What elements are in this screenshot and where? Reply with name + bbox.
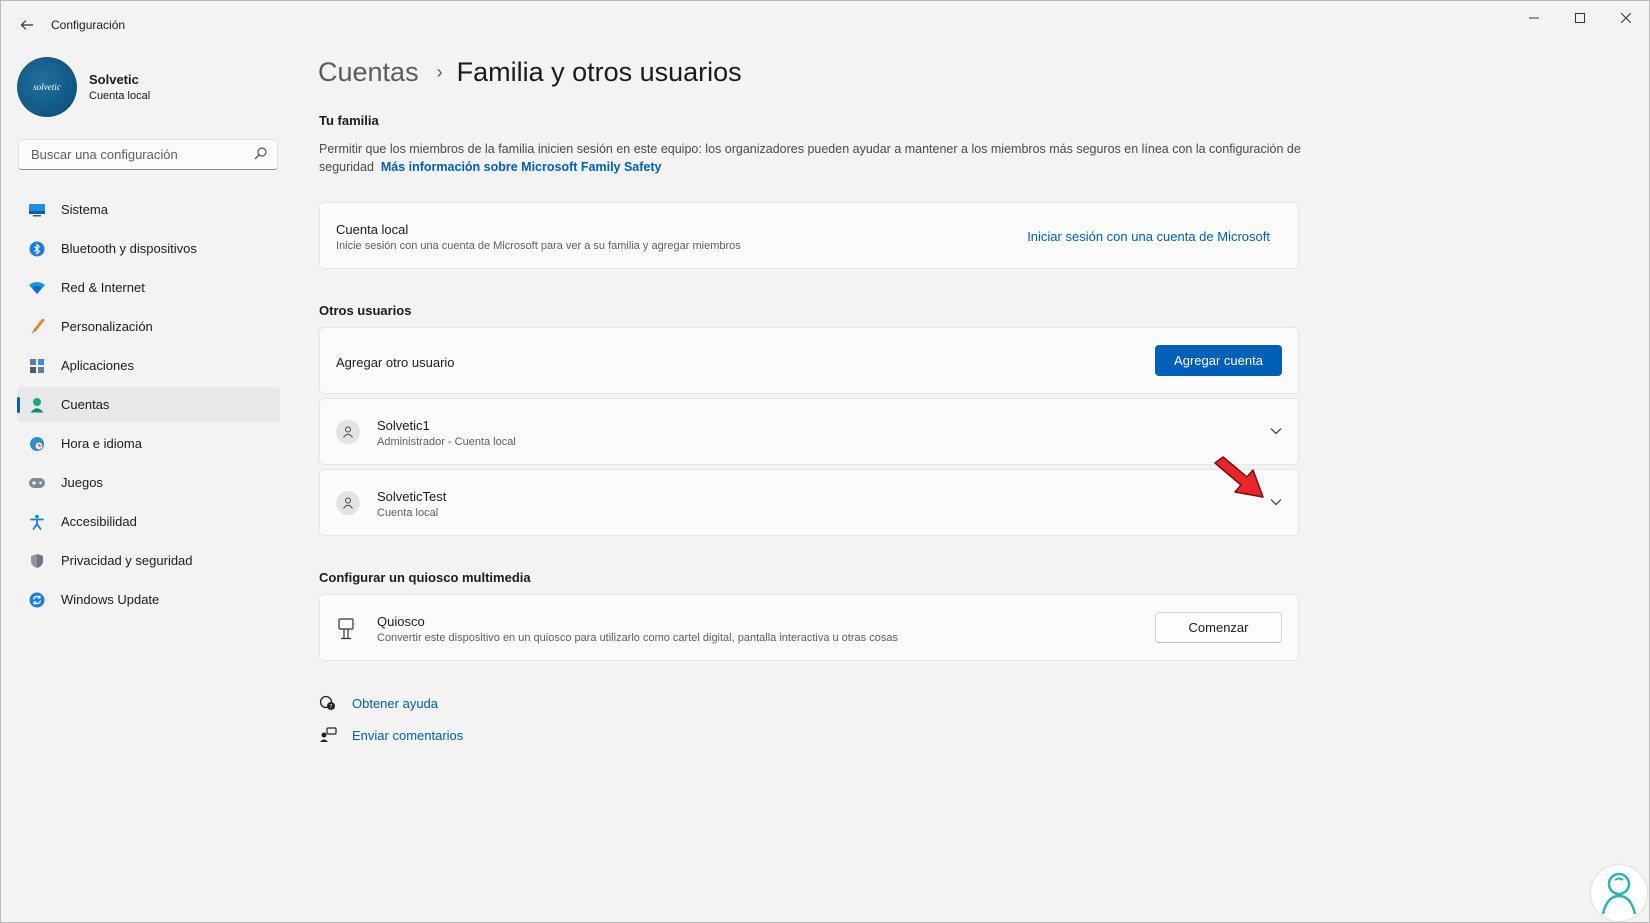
sidebar-item-label: Bluetooth y dispositivos xyxy=(61,241,197,256)
sidebar-item-label: Personalización xyxy=(61,319,153,334)
sidebar-item-label: Red & Internet xyxy=(61,280,145,295)
sidebar-item-label: Sistema xyxy=(61,202,108,217)
apps-icon xyxy=(28,357,46,375)
wifi-icon xyxy=(28,279,46,297)
user-name: Solvetic1 xyxy=(377,418,430,433)
kiosk-subtitle: Convertir este dispositivo en un quiosco… xyxy=(377,632,898,644)
start-kiosk-button[interactable]: Comenzar xyxy=(1155,612,1282,643)
sidebar-item-red[interactable]: Red & Internet xyxy=(17,270,280,305)
kiosk-title: Quiosco xyxy=(377,614,425,629)
search-input[interactable] xyxy=(29,146,243,163)
family-description: Permitir que los miembros de la familia … xyxy=(319,140,1309,176)
sidebar-item-windows-update[interactable]: Windows Update xyxy=(17,582,280,617)
add-user-card: Agregar otro usuario Agregar cuenta xyxy=(319,327,1299,394)
gamepad-icon xyxy=(28,474,46,492)
breadcrumb-parent-link[interactable]: Cuentas xyxy=(318,57,419,88)
user-avatar xyxy=(336,420,360,444)
brush-icon xyxy=(28,318,46,336)
sync-icon xyxy=(28,591,46,609)
add-account-button[interactable]: Agregar cuenta xyxy=(1155,345,1282,376)
back-button[interactable] xyxy=(15,13,39,37)
family-safety-link[interactable]: Más información sobre Microsoft Family S… xyxy=(381,160,662,174)
sidebar-item-label: Hora e idioma xyxy=(61,436,142,451)
user-subtitle: Administrador - Cuenta local xyxy=(377,436,516,448)
section-title-other-users: Otros usuarios xyxy=(319,303,412,318)
kiosk-card: Quiosco Convertir este dispositivo en un… xyxy=(319,594,1299,661)
microsoft-sign-in-link[interactable]: Iniciar sesión con una cuenta de Microso… xyxy=(1027,229,1270,244)
search-box xyxy=(18,139,278,170)
send-feedback-link[interactable]: Enviar comentarios xyxy=(319,726,463,744)
section-title-family: Tu familia xyxy=(319,113,379,128)
user-row[interactable]: SolveticTest Cuenta local xyxy=(319,469,1299,536)
watermark-logo xyxy=(1591,865,1647,921)
section-title-kiosk: Configurar un quiosco multimedia xyxy=(319,570,531,585)
user-profile[interactable]: solvetic Solvetic Cuenta local xyxy=(17,57,150,117)
shield-icon xyxy=(28,552,46,570)
accessibility-icon xyxy=(28,513,46,531)
sidebar-item-label: Cuentas xyxy=(61,397,110,412)
bluetooth-icon xyxy=(28,240,46,258)
minimize-button[interactable] xyxy=(1511,1,1557,35)
breadcrumb: Cuentas › Familia y otros usuarios xyxy=(318,57,742,88)
page-title: Familia y otros usuarios xyxy=(456,57,742,87)
send-feedback-label: Enviar comentarios xyxy=(352,727,464,743)
chevron-down-icon[interactable] xyxy=(1268,423,1284,439)
avatar: solvetic xyxy=(17,57,77,117)
globe-clock-icon xyxy=(28,435,46,453)
search-icon[interactable] xyxy=(254,147,267,165)
avatar-logo-text: solvetic xyxy=(33,82,61,92)
sidebar-item-label: Privacidad y seguridad xyxy=(61,553,193,568)
back-arrow-icon xyxy=(20,20,33,30)
app-title: Configuración xyxy=(51,18,126,32)
sidebar-item-privacidad[interactable]: Privacidad y seguridad xyxy=(17,543,280,578)
local-account-subtitle: Inicie sesión con una cuenta de Microsof… xyxy=(336,240,741,252)
sidebar-item-label: Juegos xyxy=(61,475,103,490)
red-arrow-annotation-icon xyxy=(1211,455,1267,506)
close-button[interactable] xyxy=(1603,1,1649,35)
user-avatar xyxy=(336,491,360,515)
sidebar-item-bluetooth[interactable]: Bluetooth y dispositivos xyxy=(17,231,280,266)
person-logo-icon xyxy=(1601,872,1637,915)
minimize-icon xyxy=(1529,17,1539,19)
sidebar-item-sistema[interactable]: Sistema xyxy=(17,192,280,227)
add-user-label: Agregar otro usuario xyxy=(336,355,455,370)
kiosk-icon xyxy=(338,618,354,645)
sidebar-item-label: Windows Update xyxy=(61,592,160,607)
sidebar-item-hora-idioma[interactable]: Hora e idioma xyxy=(17,426,280,461)
profile-account-type: Cuenta local xyxy=(89,90,151,102)
sidebar-item-label: Accesibilidad xyxy=(61,514,137,529)
feedback-icon xyxy=(319,726,337,744)
sidebar-item-aplicaciones[interactable]: Aplicaciones xyxy=(17,348,280,383)
person-outline-icon xyxy=(343,426,353,438)
close-icon xyxy=(1621,13,1631,23)
settings-window: Configuración solvetic Solvetic Cuenta l… xyxy=(0,0,1650,923)
maximize-icon xyxy=(1575,13,1585,23)
person-outline-icon xyxy=(343,497,353,509)
monitor-icon xyxy=(28,201,46,219)
user-subtitle: Cuenta local xyxy=(377,507,439,519)
svg-text:?: ? xyxy=(329,704,332,711)
maximize-button[interactable] xyxy=(1557,1,1603,35)
local-account-card: Cuenta local Inicie sesión con una cuent… xyxy=(319,202,1299,269)
user-row[interactable]: Solvetic1 Administrador - Cuenta local xyxy=(319,398,1299,465)
help-icon: ? xyxy=(319,694,337,712)
sidebar-item-accesibilidad[interactable]: Accesibilidad xyxy=(17,504,280,539)
get-help-link[interactable]: ? Obtener ayuda xyxy=(319,694,438,712)
person-icon xyxy=(28,396,46,414)
sidebar-item-cuentas[interactable]: Cuentas xyxy=(17,387,280,422)
breadcrumb-separator: › xyxy=(436,62,443,82)
get-help-label: Obtener ayuda xyxy=(352,695,439,711)
sidebar-item-label: Aplicaciones xyxy=(61,358,134,373)
local-account-title: Cuenta local xyxy=(336,222,409,237)
user-name: SolveticTest xyxy=(377,489,447,504)
sidebar-nav: Sistema Bluetooth y dispositivos Red & I… xyxy=(17,192,280,621)
sidebar-item-personalizacion[interactable]: Personalización xyxy=(17,309,280,344)
chevron-down-icon[interactable] xyxy=(1268,494,1284,510)
sidebar-item-juegos[interactable]: Juegos xyxy=(17,465,280,500)
title-bar: Configuración xyxy=(1,1,1649,49)
profile-name: Solvetic xyxy=(89,72,139,87)
